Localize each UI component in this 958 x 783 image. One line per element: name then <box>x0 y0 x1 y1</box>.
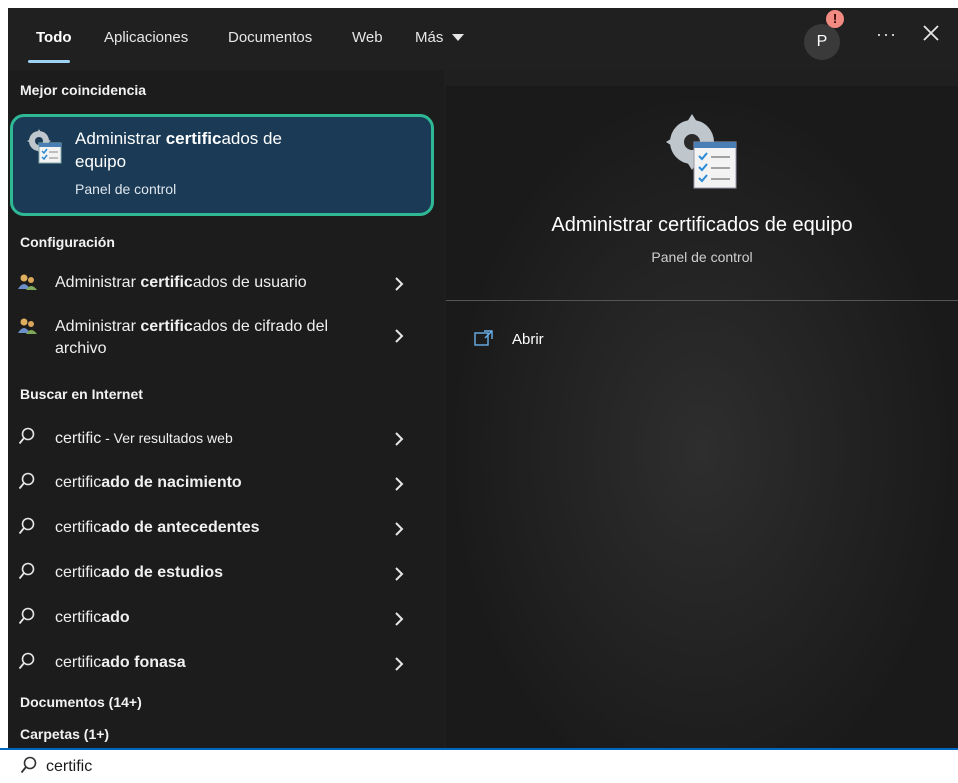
section-folders[interactable]: Carpetas (1+) <box>20 726 109 742</box>
users-icon <box>18 318 37 334</box>
search-icon <box>18 652 35 670</box>
settings-item-label: Administrar certificados de cifrado del … <box>55 316 365 360</box>
search-icon <box>18 607 35 625</box>
search-icon <box>20 756 37 774</box>
search-box[interactable]: certific <box>0 748 958 783</box>
label-match: certific <box>140 274 193 291</box>
web-item-suggestion[interactable]: certificado de nacimiento <box>8 469 444 499</box>
search-icon <box>18 562 35 580</box>
best-match-title-pre: Administrar <box>75 129 166 148</box>
web-suffix: - Ver resultados web <box>101 430 233 446</box>
open-icon <box>474 330 493 346</box>
open-label: Abrir <box>512 331 544 348</box>
chevron-right-icon <box>395 657 404 671</box>
account-avatar[interactable]: P <box>804 24 840 60</box>
divider <box>446 300 958 301</box>
section-web-search: Buscar en Internet <box>20 386 143 402</box>
best-match-title-match: certific <box>165 129 222 148</box>
web-item-suggestion[interactable]: certificado <box>8 604 444 634</box>
settings-item-encryption-certs[interactable]: Administrar certificados de cifrado del … <box>8 314 444 364</box>
chevron-right-icon <box>395 432 404 446</box>
label-match: ado de nacimiento <box>101 474 242 491</box>
web-item-suggestion[interactable]: certificado fonasa <box>8 649 444 679</box>
web-item-label: certific - Ver resultados web <box>55 427 233 450</box>
more-options-icon[interactable]: ··· <box>876 24 897 45</box>
chevron-right-icon <box>395 567 404 581</box>
web-item-suggestion[interactable]: certificado de antecedentes <box>8 514 444 544</box>
search-input[interactable]: certific <box>46 758 92 776</box>
close-icon[interactable] <box>922 24 940 42</box>
preview-panel: Administrar certificados de equipo Panel… <box>446 86 958 748</box>
caret-down-icon <box>451 34 464 42</box>
label-pre: certific <box>55 474 102 491</box>
best-match-title: Administrar certificados de equipo <box>75 127 325 173</box>
web-item-label: certificado de estudios <box>55 562 223 584</box>
web-item-suggestion[interactable]: certificado de estudios <box>8 559 444 589</box>
chevron-right-icon <box>395 329 404 343</box>
web-query: certific <box>55 430 102 447</box>
open-button[interactable]: Abrir <box>474 329 544 352</box>
tab-documents[interactable]: Documentos <box>228 29 312 46</box>
section-settings: Configuración <box>20 234 115 250</box>
certificate-manager-icon <box>666 114 737 189</box>
label-match: certific <box>140 318 193 335</box>
label-pre: certific <box>55 654 102 671</box>
section-best-match: Mejor coincidencia <box>20 82 147 98</box>
chevron-right-icon <box>395 612 404 626</box>
chevron-right-icon <box>395 522 404 536</box>
search-icon <box>18 472 35 490</box>
search-icon <box>18 517 35 535</box>
best-match-result[interactable]: Administrar certificados de equipo Panel… <box>10 114 434 216</box>
label-post: ados de usuario <box>192 274 307 291</box>
web-item-label: certificado de nacimiento <box>55 472 242 494</box>
preview-subtitle: Panel de control <box>651 249 753 265</box>
label-match: ado de antecedentes <box>101 519 260 536</box>
search-window: Todo Aplicaciones Documentos Web Más P !… <box>8 8 958 748</box>
label-pre: certific <box>55 564 102 581</box>
filter-tab-bar: Todo Aplicaciones Documentos Web Más P !… <box>8 8 958 70</box>
certificate-manager-icon <box>27 129 62 164</box>
tab-all[interactable]: Todo <box>36 29 72 46</box>
label-match: ado <box>101 609 130 626</box>
label-match: ado de estudios <box>101 564 224 581</box>
section-documents[interactable]: Documentos (14+) <box>20 694 142 710</box>
web-item-label: certificado de antecedentes <box>55 517 260 539</box>
tab-web[interactable]: Web <box>352 29 383 46</box>
web-item-results[interactable]: certific - Ver resultados web <box>8 424 444 454</box>
web-item-label: certificado <box>55 607 130 629</box>
chevron-right-icon <box>395 277 404 291</box>
preview-title: Administrar certificados de equipo <box>551 214 853 236</box>
web-item-label: certificado fonasa <box>55 652 186 674</box>
active-tab-indicator <box>28 60 70 63</box>
settings-item-label: Administrar certificados de usuario <box>55 272 307 294</box>
tab-apps[interactable]: Aplicaciones <box>104 29 188 46</box>
alert-badge: ! <box>826 10 844 28</box>
label-pre: Administrar <box>55 318 141 335</box>
results-list: Mejor coincidencia Administrar certifica… <box>8 70 444 748</box>
chevron-right-icon <box>395 477 404 491</box>
best-match-subtitle: Panel de control <box>75 181 177 197</box>
tab-more-label: Más <box>415 29 444 46</box>
users-icon <box>18 274 37 290</box>
label-pre: certific <box>55 609 102 626</box>
tab-more[interactable]: Más <box>415 29 464 46</box>
label-pre: certific <box>55 519 102 536</box>
label-pre: Administrar <box>55 274 141 291</box>
label-match: ado fonasa <box>101 654 186 671</box>
settings-item-user-certs[interactable]: Administrar certificados de usuario <box>8 270 444 300</box>
search-icon <box>18 427 35 445</box>
